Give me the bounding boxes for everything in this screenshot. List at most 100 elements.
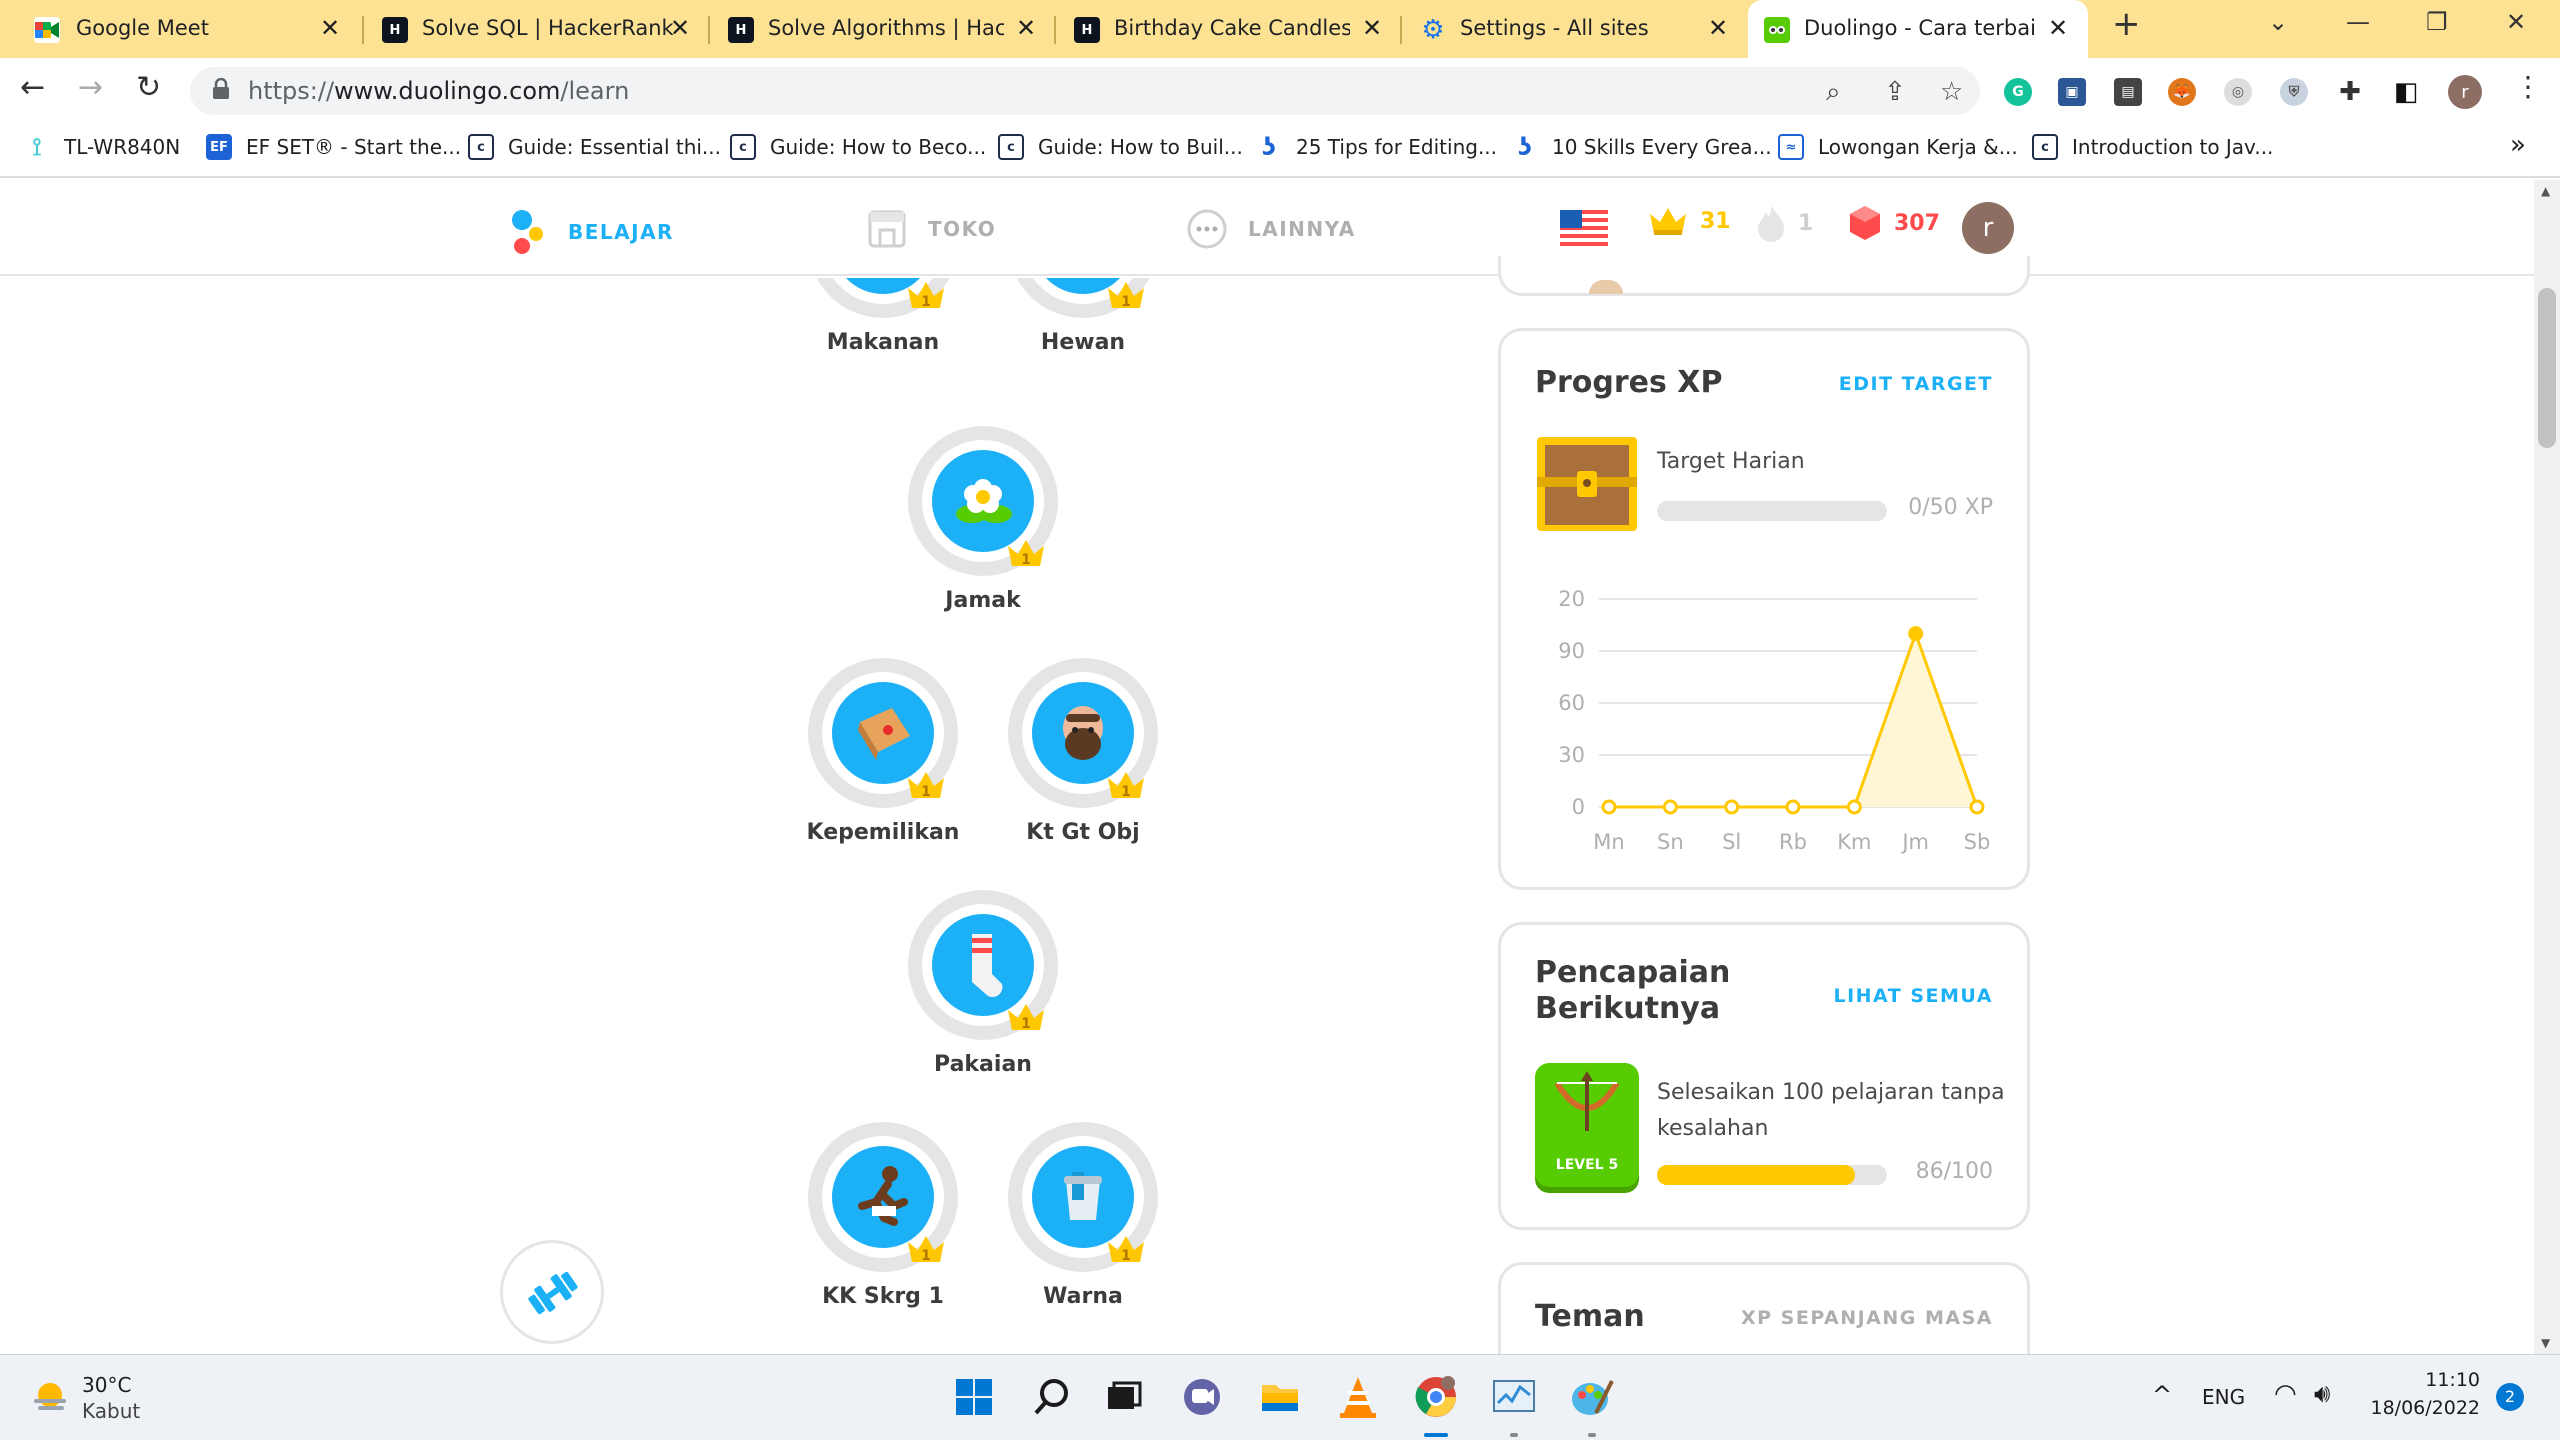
performance-monitor-icon[interactable] (1490, 1373, 1538, 1421)
close-tab-icon[interactable]: ✕ (1016, 14, 1036, 42)
skill-makanan[interactable]: 1 Makanan (783, 278, 983, 355)
bookmark-item[interactable]: c Guide: How to Buil... (998, 134, 1243, 160)
streak-stat[interactable]: 1 (1756, 204, 1813, 242)
league-card-partial (1498, 256, 2030, 296)
skill-hewan[interactable]: 1 Hewan (983, 278, 1183, 355)
skill-kepemilikan[interactable]: 1 Kepemilikan (783, 658, 983, 845)
tab-solve-sql[interactable]: H Solve SQL | HackerRank ✕ (364, 0, 710, 58)
gems-count: 307 (1894, 210, 1940, 236)
close-tab-icon[interactable]: ✕ (1362, 14, 1382, 42)
back-icon[interactable]: ← (20, 70, 45, 105)
chrome-menu-icon[interactable]: ⋮ (2514, 70, 2542, 103)
bookmark-item[interactable]: c Guide: How to Beco... (730, 134, 986, 160)
extensions-puzzle-icon[interactable]: ✚ (2336, 77, 2364, 107)
close-tab-icon[interactable]: ✕ (320, 14, 340, 42)
nav-shop[interactable]: TOKO (866, 208, 996, 250)
bookmark-item[interactable]: EF EF SET® - Start the... (206, 134, 461, 160)
close-tab-icon[interactable]: ✕ (1708, 14, 1728, 42)
reload-icon[interactable]: ↻ (136, 70, 161, 105)
profile-avatar[interactable]: r (2448, 75, 2482, 109)
bookmark-item[interactable]: ʖ 10 Skills Every Grea... (1512, 133, 1772, 161)
window-close-icon[interactable]: ✕ (2506, 8, 2526, 36)
crowns-stat[interactable]: 31 (1648, 204, 1731, 238)
chart-data-point (1969, 799, 1985, 815)
extension-icon[interactable]: ▣ (2058, 78, 2086, 106)
crowns-count: 31 (1700, 208, 1731, 234)
windows-start-icon[interactable] (950, 1373, 998, 1421)
wifi-icon[interactable]: ◠ (2274, 1379, 2297, 1409)
skill-kt-gt-obj[interactable]: 1 Kt Gt Obj (983, 658, 1183, 845)
extension-icon[interactable]: ▤ (2114, 78, 2142, 106)
chart-area-fill (1609, 633, 1977, 807)
shield-icon[interactable]: ⛨ (2280, 78, 2308, 106)
achievement-progress-text: 86/100 (1915, 1159, 1993, 1184)
nav-more[interactable]: LAINNYA (1186, 208, 1356, 250)
gem-icon (1850, 206, 1880, 240)
bookmark-star-icon[interactable]: ☆ (1940, 77, 1963, 107)
gems-stat[interactable]: 307 (1848, 204, 1940, 242)
tab-duolingo[interactable]: Duolingo - Cara terbaik d ✕ (1748, 0, 2088, 58)
grammarly-extension-icon[interactable]: G (2004, 78, 2032, 106)
see-all-link[interactable]: LIHAT SEMUA (1833, 985, 1993, 1007)
tab-title: Duolingo - Cara terbaik d (1804, 16, 2036, 40)
all-time-xp-tab[interactable]: XP SEPANJANG MASA (1741, 1307, 1993, 1329)
paint-app-icon[interactable] (1568, 1373, 1616, 1421)
bookmark-label: Guide: Essential thi... (508, 135, 721, 159)
search-icon[interactable] (1028, 1373, 1076, 1421)
close-tab-icon[interactable]: ✕ (670, 14, 690, 42)
chart-x-tick-label: Km (1837, 830, 1871, 854)
chart-x-tick-label: Jm (1900, 830, 1929, 854)
chart-data-point (1846, 799, 1862, 815)
tab-settings[interactable]: ⚙ Settings - All sites ✕ (1402, 0, 1748, 58)
crown-badge-icon: 1 (908, 772, 944, 800)
file-explorer-icon[interactable] (1256, 1373, 1304, 1421)
grammarly-icon: ʖ (1518, 133, 1532, 161)
zoom-icon[interactable]: ⌕ (1826, 77, 1841, 108)
extension-icon[interactable]: ◎ (2224, 78, 2252, 106)
bookmarks-overflow-icon[interactable]: » (2510, 130, 2526, 160)
scroll-down-arrow-icon[interactable]: ▼ (2541, 1336, 2550, 1350)
volume-icon[interactable]: 🔊︎ (2314, 1379, 2330, 1410)
teams-chat-icon[interactable] (1178, 1373, 1226, 1421)
bookmark-item[interactable]: ʖ 25 Tips for Editing... (1256, 133, 1497, 161)
show-hidden-icons-chevron[interactable]: ^ (2152, 1381, 2172, 1409)
address-bar[interactable]: https://www.duolingo.com/learn ⌕ ⇪ ☆ (190, 67, 1980, 115)
course-flag-button[interactable] (1560, 210, 1608, 246)
page-scrollbar[interactable]: ▲ ▼ (2534, 180, 2560, 1354)
user-avatar[interactable]: r (1962, 202, 2014, 254)
nav-learn[interactable]: BELAJAR (508, 208, 674, 256)
bookmark-item[interactable]: c Guide: Essential thi... (468, 134, 721, 160)
skill-kk-skrg-1[interactable]: 1 KK Skrg 1 (783, 1122, 983, 1309)
metamask-fox-icon[interactable]: 🦊 (2168, 78, 2196, 106)
tab-google-meet[interactable]: Google Meet ✕ (0, 0, 364, 58)
tab-solve-algorithms[interactable]: H Solve Algorithms | Hacke ✕ (710, 0, 1056, 58)
practice-button[interactable] (500, 1240, 604, 1344)
skill-jamak[interactable]: 1 Jamak (883, 426, 1083, 613)
edit-target-link[interactable]: EDIT TARGET (1839, 373, 1993, 395)
clock-time: 11:10 (2425, 1369, 2480, 1391)
new-tab-icon[interactable]: + (2112, 4, 2141, 44)
vlc-icon[interactable] (1334, 1373, 1382, 1421)
close-tab-icon[interactable]: ✕ (2048, 14, 2068, 42)
bookmark-item[interactable]: c Introduction to Jav... (2032, 134, 2273, 160)
forward-icon[interactable]: → (78, 70, 103, 105)
skill-pakaian[interactable]: 1 Pakaian (883, 890, 1083, 1077)
tab-birthday-cake[interactable]: H Birthday Cake Candles | H ✕ (1056, 0, 1402, 58)
scrollbar-thumb[interactable] (2538, 288, 2556, 448)
bookmark-item[interactable]: ≈ Lowongan Kerja &... (1778, 134, 2018, 160)
scroll-up-arrow-icon[interactable]: ▲ (2541, 184, 2550, 198)
restore-icon[interactable]: ❐ (2426, 8, 2448, 36)
achievement-badge: LEVEL 5 (1535, 1063, 1639, 1187)
clock[interactable]: 11:10 18/06/2022 (2370, 1369, 2480, 1419)
chrome-icon[interactable] (1412, 1373, 1460, 1421)
task-view-icon[interactable] (1100, 1373, 1148, 1421)
input-language[interactable]: ENG (2202, 1385, 2245, 1409)
minimize-icon[interactable]: — (2346, 8, 2370, 36)
share-icon[interactable]: ⇪ (1884, 77, 1906, 107)
bookmarks-bar: ⟟ TL-WR840N EF EF SET® - Start the... c … (0, 124, 2560, 178)
bookmark-item[interactable]: ⟟ TL-WR840N (24, 133, 181, 161)
tab-search-icon[interactable]: ⌄ (2268, 8, 2288, 36)
notification-badge[interactable]: 2 (2496, 1383, 2524, 1411)
skill-warna[interactable]: 1 Warna (983, 1122, 1183, 1309)
side-panel-icon[interactable]: ◧ (2392, 77, 2420, 107)
